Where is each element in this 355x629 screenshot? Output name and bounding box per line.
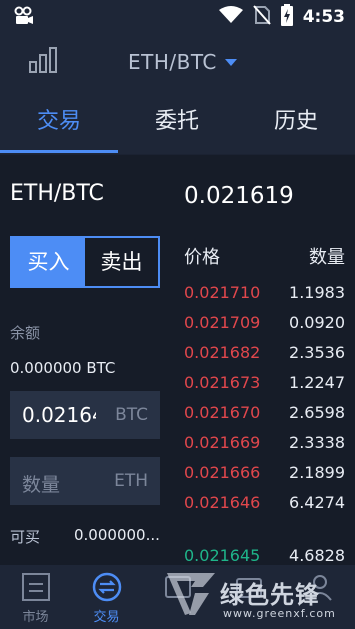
ask-qty: 6.4274 (289, 493, 345, 512)
nav-trade-label: 交易 (93, 610, 120, 625)
watermark-text: 绿色先锋 (220, 581, 320, 609)
nav-market-label: 市场 (22, 610, 49, 625)
wifi-icon (218, 6, 243, 28)
chart-icon[interactable] (28, 46, 60, 78)
ask-price: 0.021710 (184, 283, 261, 302)
no-sim-icon (252, 5, 271, 29)
market-icon (21, 572, 51, 606)
ask-price: 0.021669 (184, 433, 261, 452)
buy-sell-toggle: 买入 卖出 (10, 236, 160, 288)
available-label: 可买 (10, 528, 41, 546)
ask-qty: 2.3536 (289, 343, 345, 362)
exchange-icon (92, 572, 122, 606)
ask-row[interactable]: 0.021646 6.4274 (184, 493, 345, 517)
notification-app-icon (14, 6, 34, 30)
ask-row[interactable]: 0.021709 0.0920 (184, 313, 345, 337)
ask-row[interactable]: 0.021670 2.6598 (184, 403, 345, 427)
price-input[interactable]: 0.021645 BTC (10, 391, 160, 439)
watermark-url: www.greenxf.com (223, 607, 336, 620)
ask-price: 0.021709 (184, 313, 261, 332)
quantity-input[interactable]: 数量 ETH (10, 457, 160, 505)
pair-selector-label: ETH/BTC (128, 50, 217, 74)
balance-value: 0.000000 BTC (10, 359, 116, 377)
active-tab-indicator (0, 150, 118, 153)
ask-price: 0.021646 (184, 493, 261, 512)
ask-row[interactable]: 0.021710 1.1983 (184, 283, 345, 307)
bid-price: 0.021645 (184, 546, 261, 565)
pair-selector[interactable]: ETH/BTC (128, 50, 237, 74)
buy-button[interactable]: 买入 (12, 238, 85, 286)
balance-label: 余额 (10, 324, 41, 342)
ask-price: 0.021673 (184, 373, 261, 392)
ask-price: 0.021682 (184, 343, 261, 362)
app-header: ETH/BTC (0, 32, 355, 92)
ask-qty: 1.1983 (289, 283, 345, 302)
tab-bar: 交易 委托 历史 (0, 92, 355, 154)
ask-qty: 1.2247 (289, 373, 345, 392)
trade-pair-title: ETH/BTC (10, 181, 104, 206)
ask-qty: 0.0920 (289, 313, 345, 332)
price-unit: BTC (115, 405, 148, 425)
ask-qty: 2.1899 (289, 463, 345, 482)
status-bar: 4:53 (0, 0, 355, 32)
orderbook-qty-header: 数量 (309, 247, 345, 268)
available-value: 0.000000... (74, 526, 160, 544)
ask-row[interactable]: 0.021669 2.3338 (184, 433, 345, 457)
ask-price: 0.021670 (184, 403, 261, 422)
last-price: 0.021619 (184, 183, 294, 209)
ask-row[interactable]: 0.021666 2.1899 (184, 463, 345, 487)
ask-row[interactable]: 0.021682 2.3536 (184, 343, 345, 367)
sell-button[interactable]: 卖出 (85, 238, 158, 286)
battery-charging-icon (280, 4, 293, 30)
nav-market[interactable]: 市场 (0, 565, 71, 629)
caret-down-icon (224, 58, 237, 66)
bid-qty: 4.6828 (289, 546, 345, 565)
nav-trade[interactable]: 交易 (71, 565, 142, 629)
ask-qty: 2.6598 (289, 403, 345, 422)
ask-row[interactable]: 0.021673 1.2247 (184, 373, 345, 397)
price-input-value: 0.021645 (22, 403, 96, 427)
quantity-unit: ETH (114, 471, 148, 491)
clock: 4:53 (302, 7, 345, 27)
orderbook-price-header: 价格 (184, 247, 220, 268)
tab-trade[interactable]: 交易 (0, 92, 118, 154)
tab-orders[interactable]: 委托 (118, 92, 236, 154)
quantity-placeholder: 数量 (22, 474, 61, 496)
ask-qty: 2.3338 (289, 433, 345, 452)
tab-history[interactable]: 历史 (237, 92, 355, 154)
ask-price: 0.021666 (184, 463, 261, 482)
